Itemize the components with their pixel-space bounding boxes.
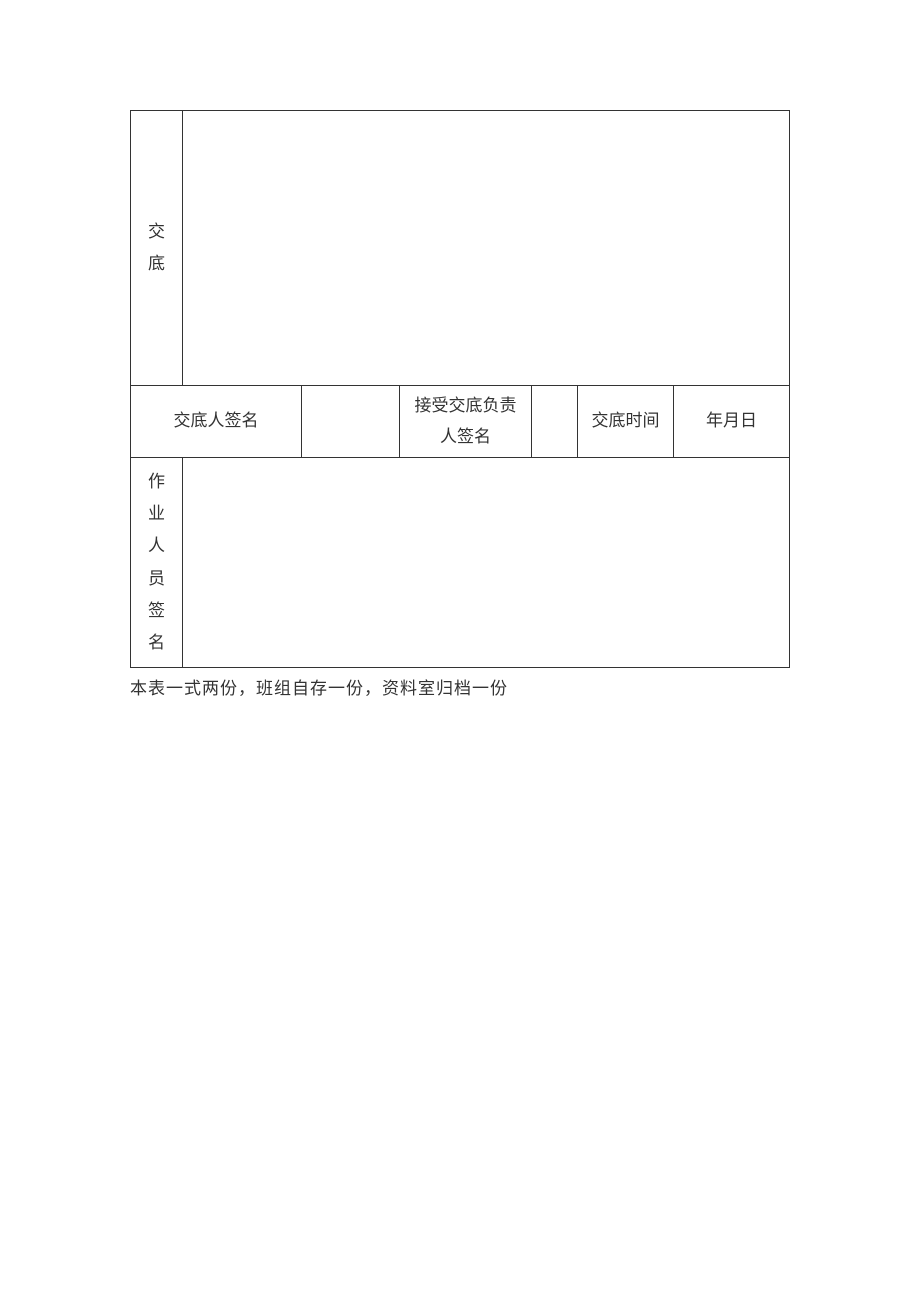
worker-sign-char4: 员 — [135, 563, 178, 595]
worker-sign-char2: 业 — [135, 498, 178, 530]
worker-sign-field[interactable] — [183, 458, 790, 668]
briefing-label-char2: 底 — [135, 248, 178, 280]
briefing-label-char1: 交 — [135, 216, 178, 248]
receiver-sign-label-line2: 人签名 — [404, 422, 527, 453]
briefing-form-table: 交 底 交底人签名 接受交底负责 人签名 交底时间 年月日 作 业 人 员 签 … — [130, 110, 790, 668]
receiver-sign-field[interactable] — [532, 386, 578, 458]
briefing-content-row: 交 底 — [131, 111, 790, 386]
discloser-sign-field[interactable] — [302, 386, 400, 458]
worker-signature-row: 作 业 人 员 签 名 — [131, 458, 790, 668]
briefing-label-cell: 交 底 — [131, 111, 183, 386]
worker-sign-label-cell: 作 业 人 员 签 名 — [131, 458, 183, 668]
briefing-time-label: 交底时间 — [578, 386, 674, 458]
worker-sign-char5: 签 — [135, 595, 178, 627]
worker-sign-char3: 人 — [135, 530, 178, 562]
discloser-sign-label: 交底人签名 — [131, 386, 302, 458]
worker-sign-char1: 作 — [135, 466, 178, 498]
receiver-sign-label-line1: 接受交底负责 — [404, 391, 527, 422]
signature-row: 交底人签名 接受交底负责 人签名 交底时间 年月日 — [131, 386, 790, 458]
briefing-date-field[interactable]: 年月日 — [674, 386, 790, 458]
receiver-sign-label: 接受交底负责 人签名 — [400, 386, 532, 458]
briefing-content-cell[interactable] — [183, 111, 790, 386]
footer-note: 本表一式两份，班组自存一份，资料室归档一份 — [130, 674, 790, 699]
worker-sign-char6: 名 — [135, 627, 178, 659]
